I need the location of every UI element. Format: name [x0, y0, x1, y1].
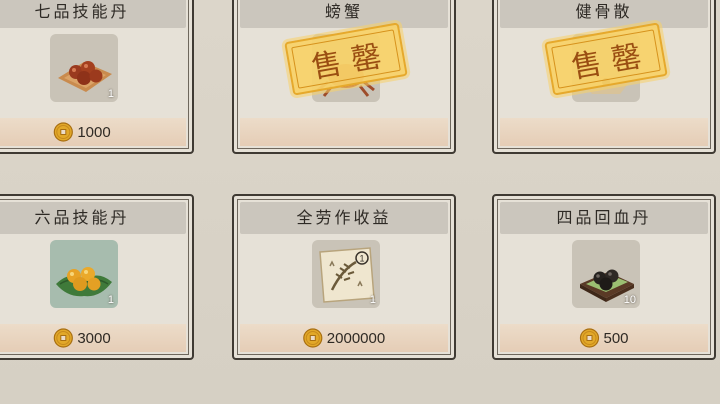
price-bar: 500: [500, 324, 708, 352]
price-bar: 2000000: [240, 324, 448, 352]
coin-icon: [303, 328, 323, 348]
harvest-scroll-icon: 1 1: [312, 240, 380, 308]
shop-item-card[interactable]: 螃蟹 售罄: [232, 0, 456, 154]
price-bar: [240, 118, 448, 146]
black-pills-on-wood-icon: 10: [572, 240, 640, 308]
price-bar: 1000: [0, 118, 186, 146]
price: 3000: [53, 328, 111, 348]
coin-icon: [579, 328, 600, 348]
shop-item-card[interactable]: 健骨散 售罄: [492, 0, 716, 154]
orange-pills-on-leaf-icon: 1: [50, 34, 118, 102]
item-quantity: 1: [369, 294, 376, 306]
coin-icon: [53, 328, 73, 348]
price-value: 500: [603, 329, 629, 347]
yellow-pills-on-leaf-icon: 1: [50, 240, 118, 308]
item-title: 健骨散: [500, 0, 708, 28]
price: 1000: [53, 122, 111, 142]
price-value: 3000: [77, 329, 111, 347]
shop-item-card[interactable]: 全劳作收益 1 1 2000000: [232, 194, 456, 360]
shop-item-card[interactable]: 六品技能丹 1 3000: [0, 194, 194, 360]
price-bar: [500, 118, 708, 146]
price-value: 2000000: [326, 329, 386, 347]
shop-grid: 七品技能丹 1 1000 螃蟹 售罄 健骨散 售罄 六品技能丹 1 3000 全…: [0, 0, 720, 404]
item-quantity: 1: [107, 294, 114, 306]
item-title: 七品技能丹: [0, 0, 186, 28]
price-value: 1000: [77, 123, 111, 141]
svg-text:1: 1: [359, 254, 364, 264]
item-quantity: 10: [623, 294, 636, 306]
item-quantity: 1: [107, 88, 114, 100]
item-title: 四品回血丹: [500, 202, 708, 234]
sold-out-label: 售罄: [309, 37, 394, 86]
price: 500: [579, 328, 629, 348]
item-title: 螃蟹: [240, 0, 448, 28]
item-title: 六品技能丹: [0, 202, 186, 234]
item-title: 全劳作收益: [240, 202, 448, 234]
shop-item-card[interactable]: 四品回血丹 10 500: [492, 194, 716, 360]
sold-out-label: 售罄: [569, 37, 654, 86]
price-bar: 3000: [0, 324, 186, 352]
sold-out-stamp: 售罄: [544, 22, 668, 96]
shop-item-card[interactable]: 七品技能丹 1 1000: [0, 0, 194, 154]
sold-out-stamp: 售罄: [284, 22, 408, 96]
coin-icon: [53, 122, 73, 142]
price: 2000000: [303, 328, 385, 348]
